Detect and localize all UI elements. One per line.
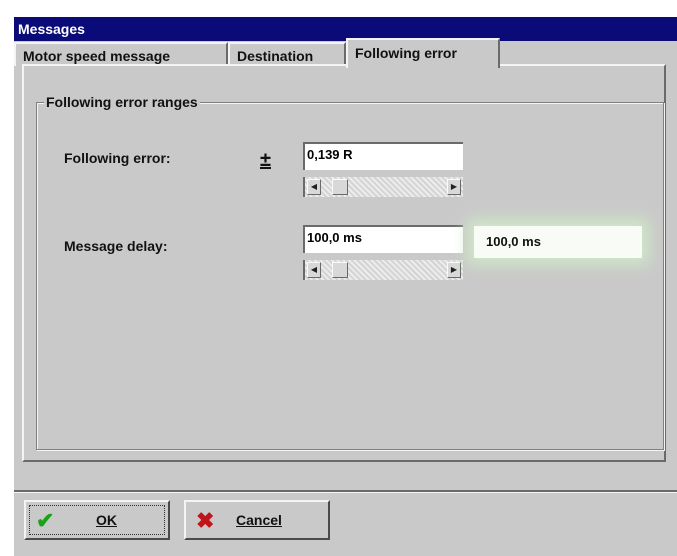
tab-destination[interactable]: Destination bbox=[228, 42, 346, 66]
message-delay-label: Message delay: bbox=[64, 238, 168, 254]
following-error-field[interactable]: 0,139 R bbox=[303, 142, 463, 170]
x-icon: ✖ bbox=[196, 508, 215, 533]
following-error-label: Following error: bbox=[64, 150, 171, 166]
group-title: Following error ranges bbox=[44, 94, 200, 110]
plus-minus-sign: ± bbox=[260, 149, 271, 171]
message-delay-readout: 100,0 ms bbox=[474, 226, 642, 258]
following-error-slider[interactable]: ◀ ▶ bbox=[303, 177, 463, 197]
scroll-right-icon[interactable]: ▶ bbox=[447, 262, 461, 278]
ok-button-label: OK bbox=[96, 512, 117, 528]
check-icon: ✔ bbox=[36, 508, 55, 533]
following-error-slider-thumb[interactable] bbox=[332, 179, 348, 195]
message-delay-slider[interactable]: ◀ ▶ bbox=[303, 260, 463, 280]
cancel-button[interactable]: ✖ Cancel bbox=[184, 500, 330, 540]
cancel-button-label: Cancel bbox=[236, 512, 282, 528]
button-bar-divider bbox=[14, 490, 677, 493]
message-delay-field[interactable]: 100,0 ms bbox=[303, 225, 463, 253]
tab-following-error[interactable]: Following error bbox=[346, 38, 500, 68]
ok-button[interactable]: ✔ OK bbox=[24, 500, 170, 540]
scroll-left-icon[interactable]: ◀ bbox=[307, 262, 321, 278]
message-delay-slider-thumb[interactable] bbox=[332, 262, 348, 278]
tab-motor-speed-message[interactable]: Motor speed message bbox=[14, 42, 228, 66]
scroll-left-icon[interactable]: ◀ bbox=[307, 179, 321, 195]
scroll-right-icon[interactable]: ▶ bbox=[447, 179, 461, 195]
